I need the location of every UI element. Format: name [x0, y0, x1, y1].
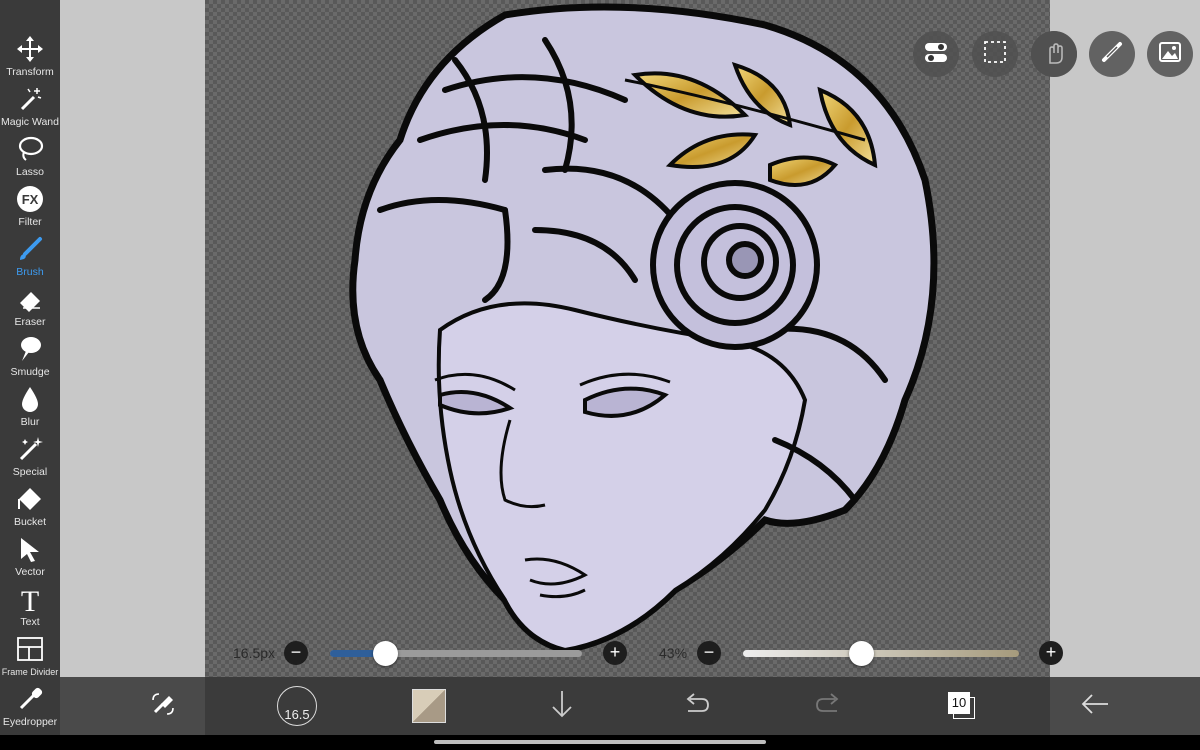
tool-text[interactable]: T Text	[0, 580, 60, 630]
move-arrows-icon	[15, 34, 45, 64]
layers-button[interactable]: 10	[940, 685, 984, 727]
tool-vector[interactable]: Vector	[0, 530, 60, 580]
canvas-margin-left	[60, 0, 205, 677]
eraser-icon	[15, 284, 45, 314]
brush-size-increase-button[interactable]: +	[603, 641, 627, 665]
ruler-pencil-icon	[1099, 39, 1125, 70]
brush-size-label: 16.5px	[233, 645, 276, 661]
tool-blur[interactable]: Blur	[0, 380, 60, 430]
brush-size-decrease-button[interactable]: −	[284, 641, 308, 665]
tool-label: Eraser	[14, 316, 46, 328]
tool-label: Filter	[18, 216, 42, 228]
tool-label: Blur	[20, 416, 40, 428]
tool-lasso[interactable]: Lasso	[0, 130, 60, 180]
tool-label: Brush	[16, 266, 44, 278]
opacity-slider[interactable]	[743, 650, 1019, 657]
eyedropper-icon	[15, 684, 45, 714]
tool-bucket[interactable]: Bucket	[0, 480, 60, 530]
drawing-canvas[interactable]	[205, 0, 1077, 677]
brush-size-button[interactable]: 16.5	[274, 683, 320, 729]
tool-transform[interactable]: Transform	[0, 30, 60, 80]
ruler-button[interactable]	[1089, 31, 1135, 77]
bottom-toolbar: 16.5 10	[60, 677, 1200, 735]
fx-icon: FX	[15, 184, 45, 214]
tool-label: Special	[12, 466, 48, 478]
tool-label: Vector	[15, 566, 45, 578]
image-gallery-icon	[1157, 39, 1183, 70]
tool-brush[interactable]: Brush	[0, 230, 60, 280]
save-download-button[interactable]	[540, 685, 584, 727]
tool-label: Frame Divider	[1, 667, 59, 677]
hand-touch-icon	[1041, 39, 1067, 70]
tool-label: Smudge	[10, 366, 50, 378]
layers-icon: 10	[947, 691, 977, 721]
fx-glyph: FX	[22, 192, 39, 207]
pointer-arrow-icon	[15, 534, 45, 564]
opacity-decrease-button[interactable]: −	[697, 641, 721, 665]
tool-label: Bucket	[13, 516, 47, 528]
tool-sidebar: Transform Magic Wand Lasso FX Filter Bru…	[0, 0, 60, 735]
tool-label: Lasso	[15, 166, 45, 178]
opacity-increase-button[interactable]: +	[1039, 641, 1063, 665]
selection-rectangle-icon	[982, 39, 1008, 70]
tool-special[interactable]: Special	[0, 430, 60, 480]
brush-size-knob[interactable]	[372, 641, 398, 666]
swap-tools-button[interactable]	[141, 685, 185, 727]
tool-smudge[interactable]: Smudge	[0, 330, 60, 380]
tool-label: Transform	[6, 66, 54, 78]
tool-label: Magic Wand	[1, 116, 59, 128]
tool-label: Text	[20, 616, 40, 628]
brush-size-slider[interactable]	[330, 650, 582, 657]
color-swatch-icon	[412, 689, 446, 723]
selection-button[interactable]	[972, 31, 1018, 77]
face-shape	[436, 301, 808, 653]
lasso-icon	[15, 134, 45, 164]
download-arrow-icon	[546, 688, 578, 725]
undo-button[interactable]	[674, 685, 718, 727]
brush-icon	[15, 234, 45, 264]
back-button[interactable]	[1073, 685, 1117, 727]
tool-frame-divider[interactable]: Frame Divider	[0, 630, 60, 680]
redo-button[interactable]	[807, 685, 851, 727]
brush-size-value: 16.5	[284, 707, 310, 722]
toggle-settings-icon	[923, 39, 949, 70]
smudge-icon	[15, 334, 45, 364]
text-icon: T	[15, 584, 45, 614]
bottom-toolbar-center	[205, 677, 1050, 735]
canvas-margin-right	[1050, 0, 1200, 677]
artwork-illustration	[349, 3, 938, 654]
color-swatch-button[interactable]	[407, 685, 451, 727]
tool-filter[interactable]: FX Filter	[0, 180, 60, 230]
text-glyph: T	[21, 585, 39, 613]
hair-curl	[650, 180, 820, 350]
magic-wand-icon	[15, 84, 45, 114]
blur-drop-icon	[15, 384, 45, 414]
redo-icon	[813, 688, 845, 725]
opacity-knob[interactable]	[849, 641, 875, 666]
layers-count: 10	[951, 695, 967, 710]
brush-size-icon: 16.5	[277, 686, 317, 726]
layers-stack-front: 10	[948, 692, 970, 714]
sparkle-wand-icon	[15, 434, 45, 464]
opacity-label: 43%	[659, 645, 688, 661]
tool-eraser[interactable]: Eraser	[0, 280, 60, 330]
image-gallery-button[interactable]	[1147, 31, 1193, 77]
tool-magic-wand[interactable]: Magic Wand	[0, 80, 60, 130]
back-arrow-icon	[1079, 688, 1111, 725]
tool-eyedropper[interactable]: Eyedropper	[0, 680, 60, 730]
tool-label: Eyedropper	[2, 716, 58, 728]
undo-icon	[680, 688, 712, 725]
frame-divider-icon	[15, 634, 45, 664]
toggle-settings-button[interactable]	[913, 31, 959, 77]
home-indicator[interactable]	[434, 740, 766, 744]
swap-tools-icon	[147, 688, 179, 725]
bucket-icon	[15, 484, 45, 514]
hand-touch-button-alt[interactable]	[1031, 31, 1077, 77]
